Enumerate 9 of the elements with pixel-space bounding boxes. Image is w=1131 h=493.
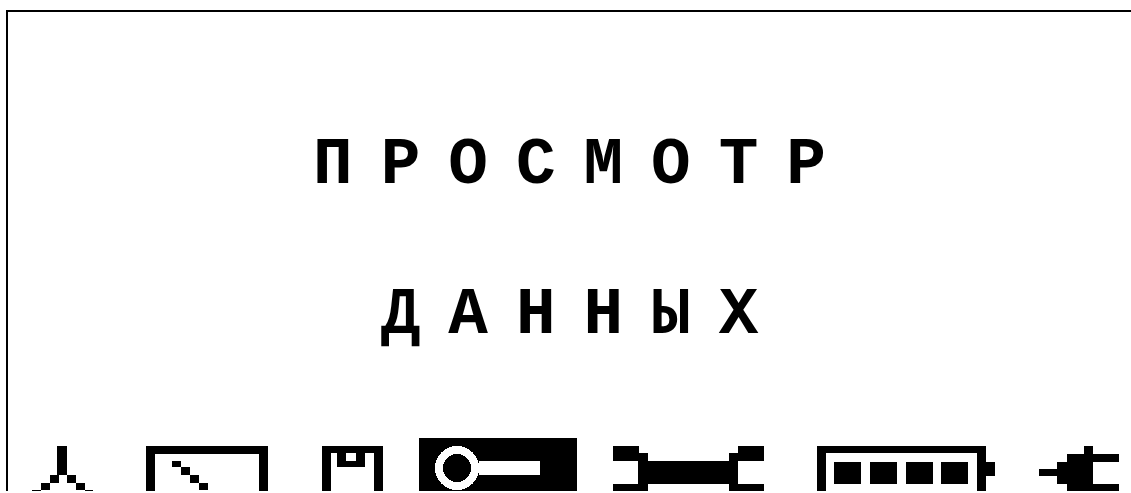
key-icon[interactable] <box>419 438 577 491</box>
antenna-icon[interactable] <box>32 446 93 491</box>
battery-icon[interactable] <box>817 446 995 491</box>
plug-icon[interactable] <box>1039 446 1119 491</box>
floppy-disk-icon[interactable] <box>322 446 383 491</box>
screen-icon[interactable] <box>146 446 268 491</box>
wrench-icon[interactable] <box>613 446 764 491</box>
screen-title: ДАННЫХ <box>379 283 787 349</box>
screen-title: ПРОСМОТР <box>312 133 854 199</box>
